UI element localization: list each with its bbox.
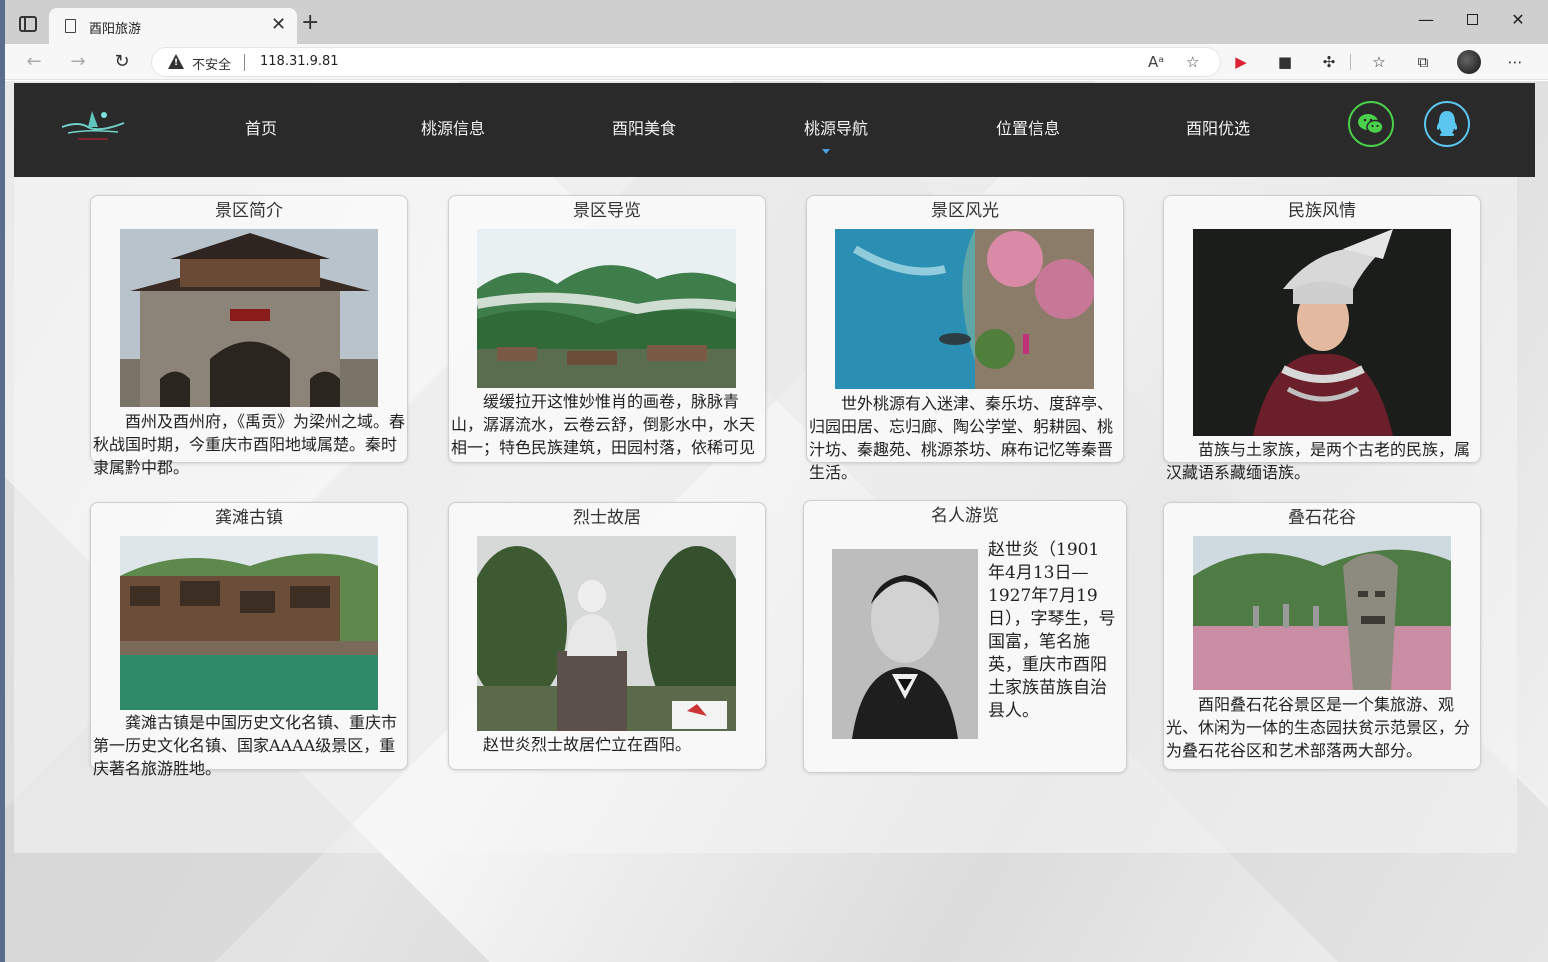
card-martyr-residence[interactable]: 烈士故居 赵世炎烈士故居伫立在酉阳。	[448, 502, 766, 770]
tab-actions-icon[interactable]	[19, 16, 37, 32]
card-title: 烈士故居	[573, 508, 641, 528]
miao-woman-image	[1193, 229, 1451, 436]
site-header: 首页 桃源信息 酉阳美食 桃源导航 位置信息 酉阳优选	[14, 83, 1535, 177]
address-separator	[244, 54, 245, 71]
card-title: 景区导览	[573, 201, 641, 221]
card-title: 名人游览	[931, 506, 999, 526]
read-aloud-icon[interactable]: Aᵃ	[1148, 53, 1164, 71]
url-text[interactable]: 118.31.9.81	[260, 54, 339, 69]
nav-home[interactable]: 首页	[245, 115, 277, 139]
stone-flower-valley-image	[1193, 536, 1451, 690]
portrait-photo	[832, 549, 978, 739]
browser-window: 酉阳旅游 ✕ + — ✕ ← → ↻ ! 不安全 118.31.9.81 Aᵃ …	[5, 0, 1548, 962]
page-icon	[65, 19, 76, 33]
maximize-icon	[1466, 14, 1478, 25]
card-title: 叠石花谷	[1288, 508, 1356, 528]
more-menu-icon[interactable]: ⋯	[1505, 52, 1525, 72]
mountain-village-image	[477, 229, 736, 388]
close-window-button[interactable]: ✕	[1495, 10, 1541, 29]
nav-youyang-picks[interactable]: 酉阳优选	[1186, 115, 1250, 139]
card-text: 酉阳叠石花谷景区是一个集旅游、观光、休闲为一体的生态园扶贫示范景区，分为叠石花谷…	[1166, 695, 1471, 760]
peach-blossom-river-image	[835, 229, 1094, 389]
card-text: 赵世炎烈士故居伫立在酉阳。	[483, 735, 692, 754]
extensions-puzzle-icon[interactable]: ✣	[1319, 52, 1339, 72]
card-text: 龚滩古镇是中国历史文化名镇、重庆市第一历史文化名镇、国家AAAA级景区，重庆著名…	[93, 713, 398, 778]
gongtan-town-image	[120, 536, 378, 710]
card-text: 苗族与土家族，是两个古老的民族，属汉藏语系藏缅语族。	[1166, 440, 1471, 482]
tab-strip: 酉阳旅游 ✕ + — ✕	[5, 0, 1548, 44]
card-stone-flower-valley[interactable]: 叠石花谷 酉阳叠石花谷景区是一个集旅游、观光、休闲为一体的生态园扶贫示范景区，分…	[1163, 502, 1481, 770]
nav-taoyuan-info[interactable]: 桃源信息	[421, 115, 485, 139]
close-tab-icon[interactable]: ✕	[271, 14, 286, 35]
collections-icon[interactable]: ⧉	[1413, 52, 1433, 72]
back-icon[interactable]: ←	[22, 51, 46, 72]
site-logo[interactable]	[58, 105, 128, 145]
toolbar-divider	[1350, 54, 1351, 70]
card-scenic-views[interactable]: 景区风光 世外桃源有入迷津、秦乐坊、度辞亭、归园田居、忘归廊、陶公学堂、躬耕园、…	[806, 195, 1124, 482]
profile-avatar[interactable]	[1457, 50, 1481, 74]
qq-icon[interactable]	[1424, 101, 1470, 147]
card-text: 世外桃源有入迷津、秦乐坊、度辞亭、归园田居、忘归廊、陶公学堂、躬耕园、桃汁坊、秦…	[809, 394, 1114, 482]
card-title: 景区简介	[215, 201, 283, 221]
forward-icon[interactable]: →	[66, 51, 90, 72]
card-celebrity-tour[interactable]: 名人游览 赵世炎（1901年4月13日—1927年7月19日），字琴生，号国富，…	[803, 500, 1127, 773]
active-nav-indicator	[822, 149, 830, 154]
favorites-icon[interactable]: ☆	[1369, 52, 1389, 72]
add-favorite-icon[interactable]: ☆	[1186, 53, 1199, 71]
card-title: 民族风情	[1288, 201, 1356, 221]
gate-tower-image	[120, 229, 378, 407]
nav-taoyuan-guide[interactable]: 桃源导航	[804, 115, 868, 139]
extension-icon[interactable]: ■	[1275, 52, 1295, 72]
warning-icon[interactable]: !	[168, 54, 184, 69]
card-title: 景区风光	[931, 201, 999, 221]
reload-icon[interactable]: ↻	[110, 51, 134, 72]
tab-title: 酉阳旅游	[89, 22, 142, 37]
address-bar[interactable]: ! 不安全 118.31.9.81 Aᵃ ☆	[151, 47, 1221, 77]
nav-youyang-food[interactable]: 酉阳美食	[612, 115, 676, 139]
wechat-icon[interactable]	[1348, 101, 1394, 147]
card-title: 龚滩古镇	[215, 508, 283, 528]
new-tab-button[interactable]: +	[301, 12, 319, 34]
minimize-button[interactable]: —	[1403, 10, 1449, 29]
insecure-label[interactable]: 不安全	[192, 54, 231, 73]
maximize-button[interactable]	[1449, 10, 1495, 29]
card-scenic-intro[interactable]: 景区简介 酉州及酉州府，《禹贡》为梁州之域。春秋战国时期，今重庆市酉阳地域属楚。…	[90, 195, 408, 477]
card-text: 酉州及酉州府，《禹贡》为梁州之域。春秋战国时期，今重庆市酉阳地域属楚。秦时隶属黔…	[93, 412, 406, 477]
card-scenic-guide[interactable]: 景区导览 缓缓拉开这惟妙惟肖的画卷，脉脉青山，潺潺流水，云卷云舒，倒影水中，水天…	[448, 195, 766, 463]
card-text: 赵世炎（1901年4月13日—1927年7月19日），字琴生，号国富，笔名施英，…	[988, 540, 1116, 721]
martyr-statue-image	[477, 536, 736, 731]
extension-red-icon[interactable]: ▶	[1231, 52, 1251, 72]
card-gongtan-town[interactable]: 龚滩古镇 龚滩古镇是中国历史文化名镇、重庆市第一历史文化名镇、国家AAAA级景区…	[90, 502, 408, 778]
nav-location-info[interactable]: 位置信息	[996, 115, 1060, 139]
browser-tab[interactable]: 酉阳旅游 ✕	[49, 8, 297, 44]
browser-toolbar: ← → ↻ ! 不安全 118.31.9.81 Aᵃ ☆ ▶ ■ ✣ ☆ ⧉ ⋯	[5, 44, 1548, 80]
web-page: 首页 桃源信息 酉阳美食 桃源导航 位置信息 酉阳优选 景区简介 酉州及酉州府，…	[5, 81, 1548, 962]
card-text: 缓缓拉开这惟妙惟肖的画卷，脉脉青山，潺潺流水，云卷云舒，倒影水中，水天相一；特色…	[451, 392, 756, 457]
card-ethnic-customs[interactable]: 民族风情 苗族与土家族，是两个古老的民族，属汉藏语系藏缅语族。	[1163, 195, 1481, 482]
